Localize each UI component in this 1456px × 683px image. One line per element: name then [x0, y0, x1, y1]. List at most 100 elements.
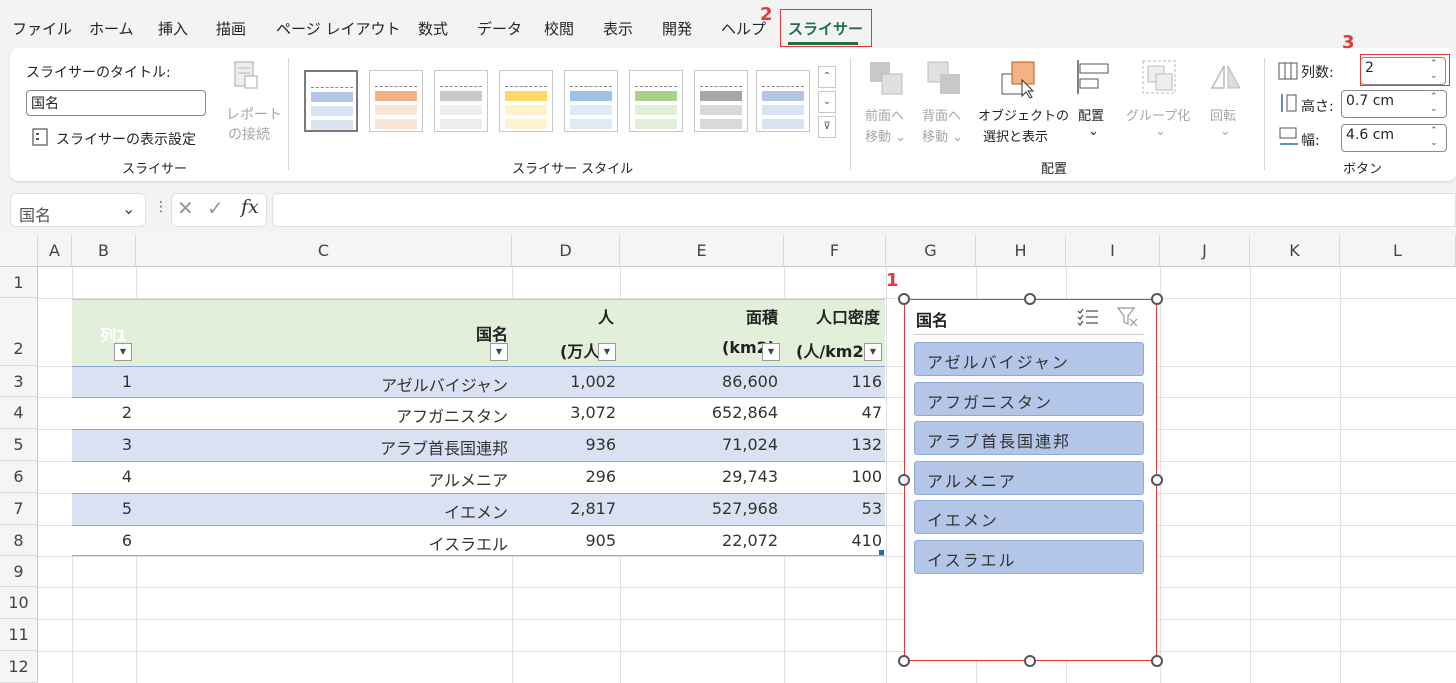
cell-density[interactable]: 53	[800, 499, 882, 518]
col-header-b[interactable]: B	[72, 235, 136, 267]
col-header-f[interactable]: F	[784, 235, 886, 267]
menu-page-layout[interactable]: ページ レイアウト	[276, 18, 400, 39]
cell-country[interactable]: イスラエル	[300, 531, 508, 555]
resize-handle[interactable]	[1024, 293, 1036, 305]
row-header-11[interactable]: 11	[0, 619, 38, 651]
cell-no[interactable]: 3	[110, 435, 132, 454]
menu-developer[interactable]: 開発	[662, 18, 692, 39]
height-spin-down-icon[interactable]: ⌄	[1430, 105, 1438, 114]
resize-handle[interactable]	[1151, 474, 1163, 486]
cell-pop[interactable]: 936	[520, 435, 616, 454]
row-header-6[interactable]: 6	[0, 461, 38, 493]
cell-pop[interactable]: 905	[520, 531, 616, 550]
filter-button-density[interactable]: ▼	[864, 343, 882, 361]
slicer-style-8[interactable]	[756, 70, 810, 132]
row-header-7[interactable]: 7	[0, 493, 38, 525]
slicer-style-2[interactable]	[369, 70, 423, 132]
cell-density[interactable]: 100	[800, 467, 882, 486]
slicer-style-7[interactable]	[694, 70, 748, 132]
row-header-3[interactable]: 3	[0, 366, 38, 397]
cell-no[interactable]: 2	[110, 403, 132, 422]
menu-data[interactable]: データ	[477, 18, 522, 39]
cell-country[interactable]: イエメン	[300, 499, 508, 523]
select-all-corner[interactable]	[0, 235, 38, 267]
row-header-9[interactable]: 9	[0, 556, 38, 587]
formula-input[interactable]	[272, 193, 1456, 227]
cell-pop[interactable]: 2,817	[520, 499, 616, 518]
cell-no[interactable]: 5	[110, 499, 132, 518]
cell-pop[interactable]: 296	[520, 467, 616, 486]
cell-area[interactable]: 29,743	[640, 467, 778, 486]
menu-file[interactable]: ファイル	[12, 18, 72, 39]
slicer-caption-input[interactable]: 国名	[26, 90, 206, 116]
cell-density[interactable]: 410	[800, 531, 882, 550]
col-header-d[interactable]: D	[512, 235, 620, 267]
cell-area[interactable]: 86,600	[640, 372, 778, 391]
slicer-style-4[interactable]	[499, 70, 553, 132]
cell-no[interactable]: 1	[110, 372, 132, 391]
slicer-item[interactable]: アフガニスタン	[914, 382, 1144, 416]
name-box-chevron-icon[interactable]: ⌄	[122, 199, 135, 218]
row-header-4[interactable]: 4	[0, 397, 38, 429]
resize-handle[interactable]	[898, 655, 910, 667]
cell-density[interactable]: 47	[800, 403, 882, 422]
cell-pop[interactable]: 1,002	[520, 372, 616, 391]
col-header-e[interactable]: E	[620, 235, 784, 267]
col-header-j[interactable]: J	[1160, 235, 1250, 267]
col-header-l[interactable]: L	[1340, 235, 1456, 267]
resize-handle[interactable]	[1024, 655, 1036, 667]
cell-density[interactable]: 116	[800, 372, 882, 391]
cell-area[interactable]: 22,072	[640, 531, 778, 550]
slicer-style-3[interactable]	[434, 70, 488, 132]
gallery-more-button[interactable]: ⊽	[818, 116, 836, 138]
row-header-1[interactable]: 1	[0, 267, 38, 298]
menu-insert[interactable]: 挿入	[158, 18, 188, 39]
filter-button-pop[interactable]: ▼	[598, 343, 616, 361]
filter-button-col1[interactable]: ▼	[114, 343, 132, 361]
row-header-2[interactable]: 2	[0, 298, 38, 366]
col-header-a[interactable]: A	[38, 235, 72, 267]
multi-select-icon[interactable]	[1076, 306, 1100, 328]
slicer-style-6[interactable]	[629, 70, 683, 132]
cell-density[interactable]: 132	[800, 435, 882, 454]
gallery-scroll-up-button[interactable]: ⌃	[818, 66, 836, 88]
cell-area[interactable]: 527,968	[640, 499, 778, 518]
filter-button-country[interactable]: ▼	[490, 343, 508, 361]
cell-area[interactable]: 71,024	[640, 435, 778, 454]
menu-home[interactable]: ホーム	[89, 18, 134, 39]
table-resize-handle[interactable]	[879, 550, 884, 555]
row-header-10[interactable]: 10	[0, 587, 38, 619]
slicer-item[interactable]: アルメニア	[914, 461, 1144, 495]
col-header-k[interactable]: K	[1250, 235, 1340, 267]
cell-country[interactable]: アゼルバイジャン	[300, 372, 508, 396]
resize-handle[interactable]	[1151, 293, 1163, 305]
menu-review[interactable]: 校閲	[544, 18, 574, 39]
insert-function-icon[interactable]: fx	[241, 196, 259, 218]
slicer-item[interactable]: イスラエル	[914, 540, 1144, 574]
cell-no[interactable]: 4	[110, 467, 132, 486]
slicer-item[interactable]: アゼルバイジャン	[914, 342, 1144, 376]
resize-handle[interactable]	[898, 293, 910, 305]
width-spin-up-icon[interactable]: ⌃	[1430, 127, 1438, 136]
col-header-h[interactable]: H	[976, 235, 1066, 267]
menu-formulas[interactable]: 数式	[418, 18, 448, 39]
cancel-icon[interactable]: ✕	[177, 196, 194, 220]
cell-area[interactable]: 652,864	[640, 403, 778, 422]
col-header-g[interactable]: G	[886, 235, 976, 267]
cell-country[interactable]: アフガニスタン	[300, 403, 508, 427]
slicer-item[interactable]: アラブ首長国連邦	[914, 421, 1144, 455]
row-header-12[interactable]: 12	[0, 651, 38, 683]
more-options-icon[interactable]: ⋮	[154, 199, 168, 215]
menu-draw[interactable]: 描画	[216, 18, 246, 39]
col-header-c[interactable]: C	[136, 235, 512, 267]
row-header-8[interactable]: 8	[0, 525, 38, 556]
resize-handle[interactable]	[1151, 655, 1163, 667]
slicer-style-1[interactable]	[304, 70, 358, 132]
row-header-5[interactable]: 5	[0, 429, 38, 461]
slicer-style-5[interactable]	[564, 70, 618, 132]
slicer-item[interactable]: イエメン	[914, 500, 1144, 534]
menu-view[interactable]: 表示	[603, 18, 633, 39]
clear-filter-icon[interactable]	[1116, 306, 1140, 328]
filter-button-area[interactable]: ▼	[762, 343, 780, 361]
cell-country[interactable]: アルメニア	[300, 467, 508, 491]
